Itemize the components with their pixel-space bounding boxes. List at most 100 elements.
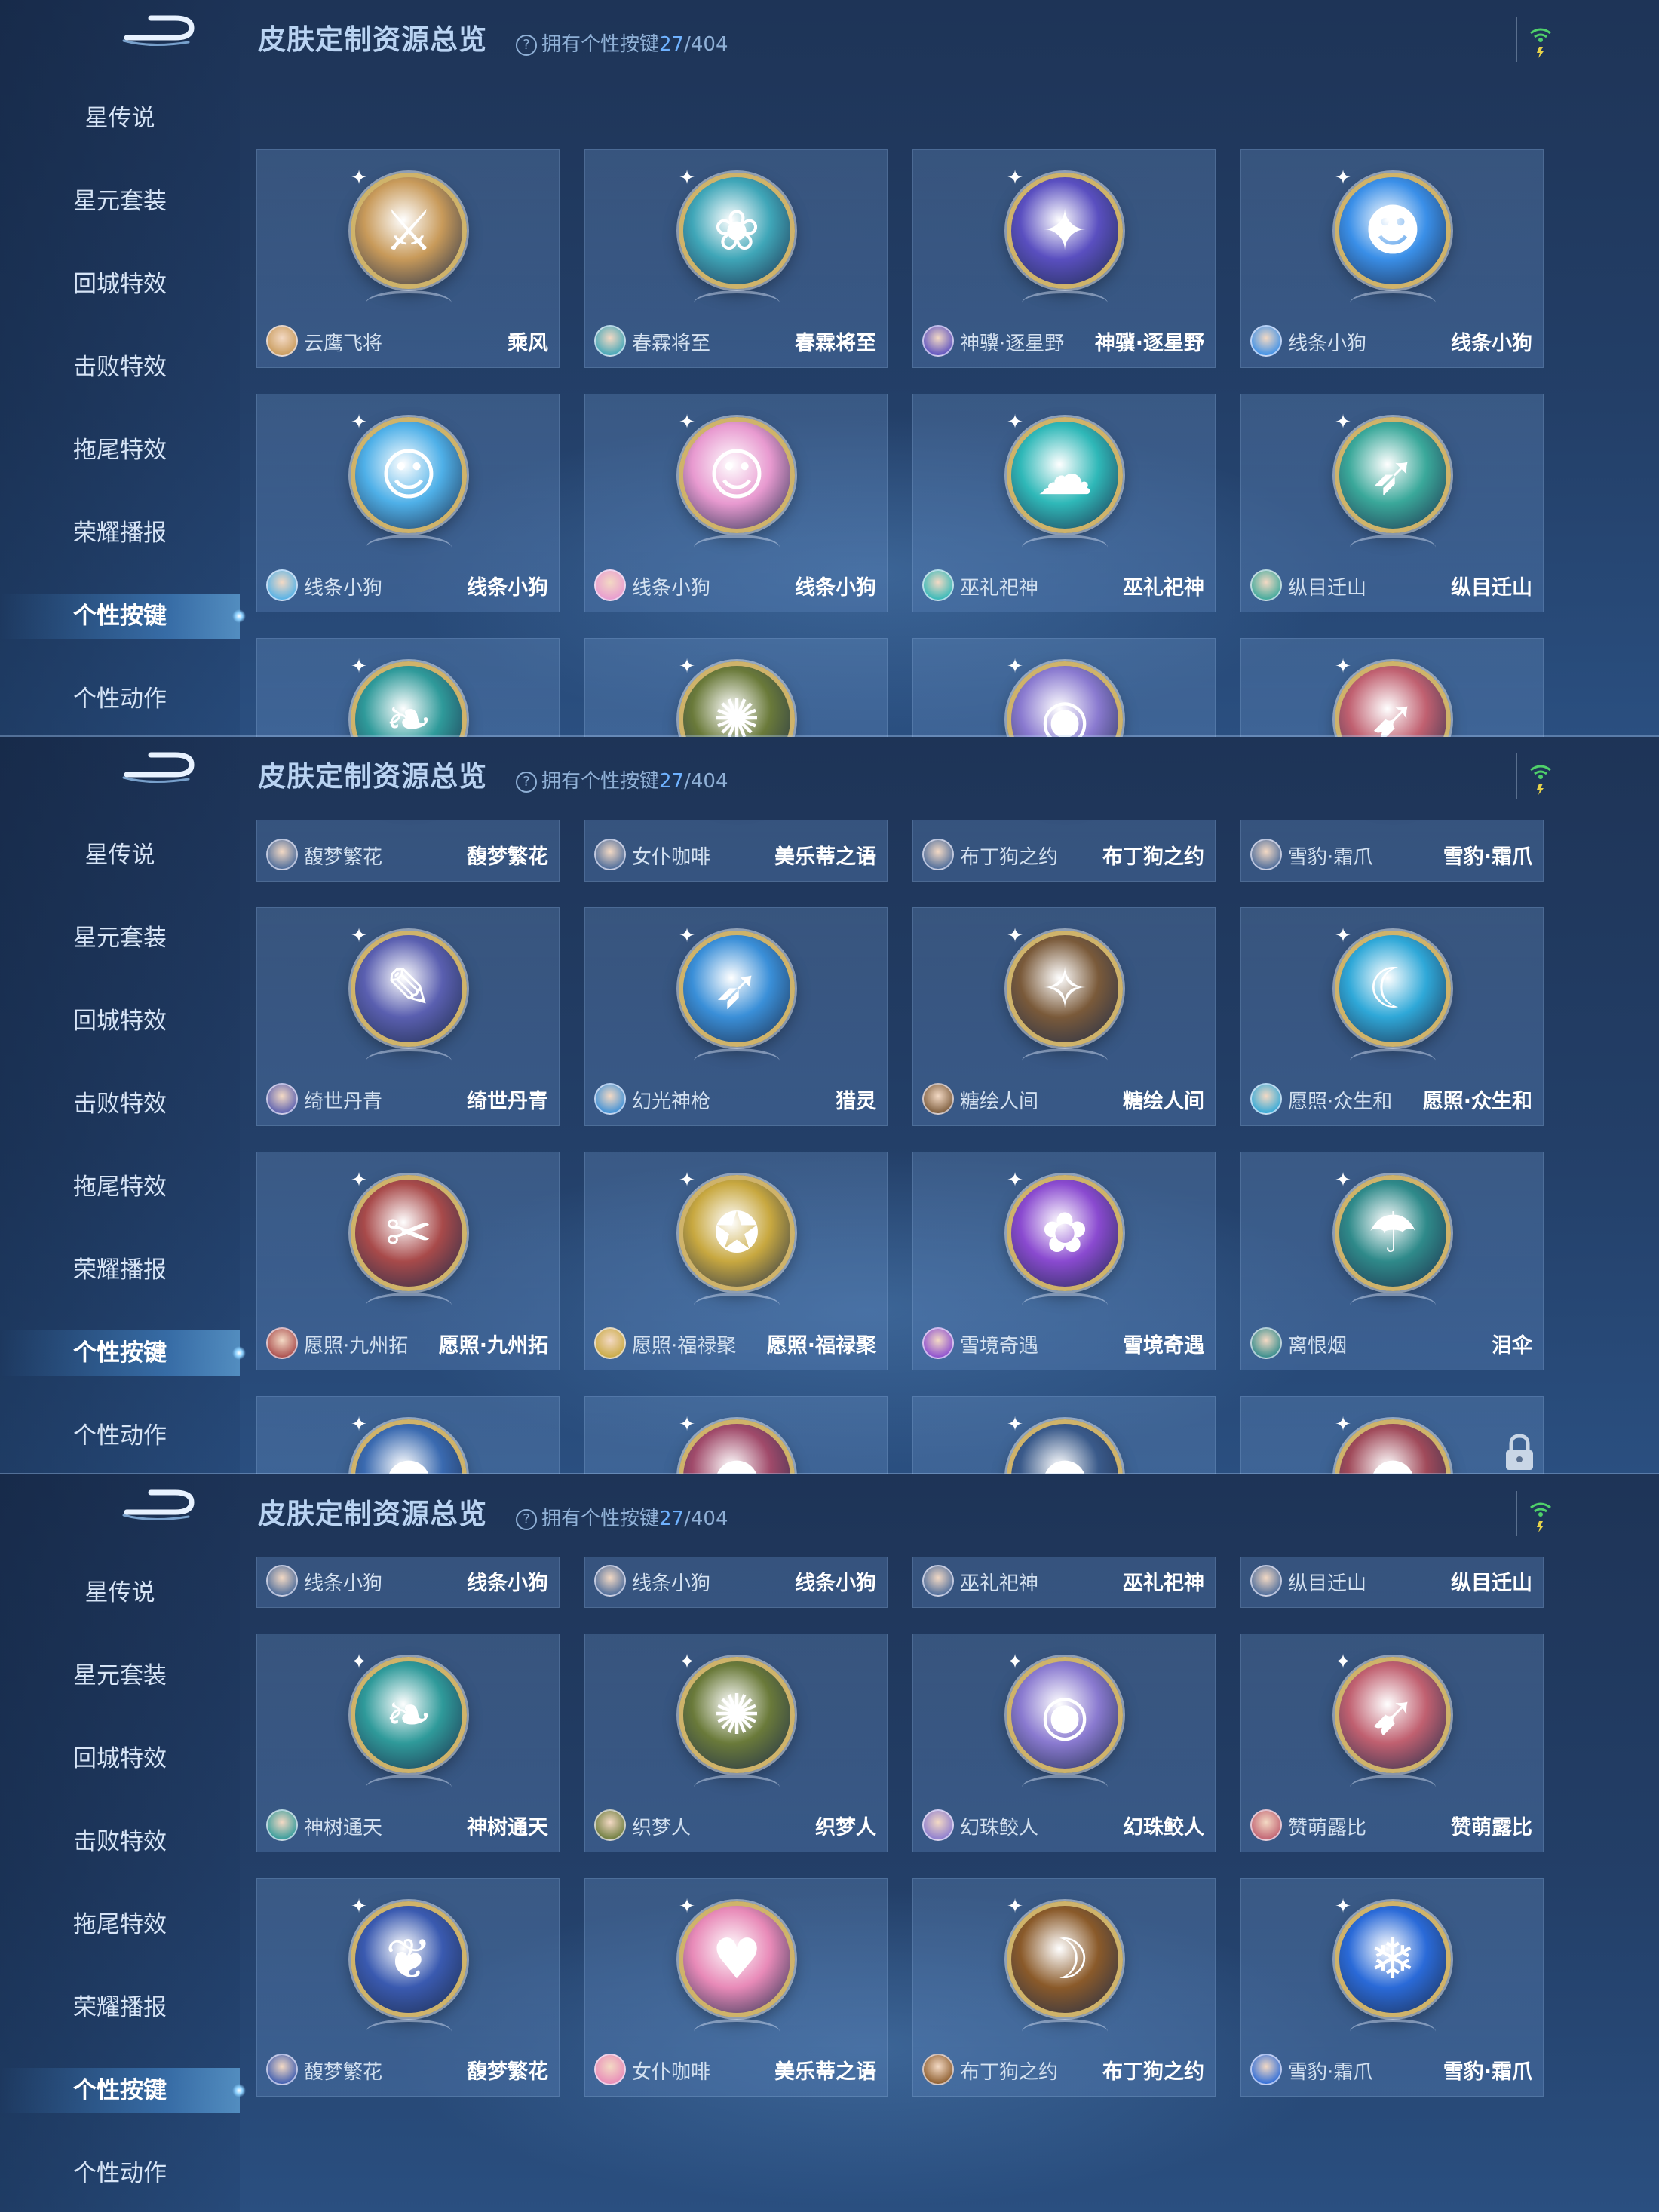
- skin-button-card[interactable]: ☻ ✦ 线条小狗 线条小狗: [1240, 149, 1544, 368]
- skin-button-card[interactable]: ●✦: [256, 1396, 560, 1474]
- skin-button-card[interactable]: ◉ ✦: [912, 638, 1216, 737]
- skin-button-card[interactable]: ⚔ ✦ 云鹰飞将 乘风: [256, 149, 560, 368]
- skin-button-card[interactable]: ✪ ✦ 愿照·福禄聚 愿照·福禄聚: [584, 1152, 888, 1370]
- skin-button-card[interactable]: ☁ ✦ 巫礼祀神 巫礼祀神: [912, 394, 1216, 612]
- help-icon[interactable]: ?: [516, 1509, 537, 1530]
- skin-button-card[interactable]: ◉ ✦ 幻珠鲛人 幻珠鲛人: [912, 1634, 1216, 1852]
- hero-skin-name: 春霖将至: [632, 333, 711, 355]
- skin-button-card[interactable]: ✺ ✦ 织梦人 织梦人: [584, 1634, 888, 1852]
- medal-reflection: [694, 1293, 780, 1318]
- hero-avatar: [266, 569, 298, 601]
- sidebar-item-star-suit[interactable]: 星元套装: [0, 916, 240, 961]
- candy-spear-icon: ✧: [1007, 931, 1123, 1047]
- skin-button-card[interactable]: ✦纵目迁山纵目迁山: [1240, 1557, 1544, 1608]
- hero-skin-name: 纵目迁山: [1288, 1572, 1367, 1595]
- skin-button-card[interactable]: ♥ ✦ 女仆咖啡 美乐蒂之语: [584, 1878, 888, 2097]
- sidebar-item-kill-effect[interactable]: 击败特效: [0, 1081, 240, 1127]
- hero-skin-name: 线条小狗: [304, 577, 383, 600]
- back-icon[interactable]: [121, 750, 196, 790]
- skin-button-card[interactable]: ➹ ✦: [1240, 638, 1544, 737]
- sidebar-item-custom-action[interactable]: 个性动作: [0, 1413, 240, 1459]
- sidebar-item-label: 击败特效: [73, 1091, 167, 1118]
- sparkle-icon: ✦: [351, 1895, 367, 1918]
- sidebar-item-star-legend[interactable]: 星传说: [0, 96, 240, 141]
- total-count: /404: [684, 1508, 728, 1530]
- sidebar-item-trail-effect[interactable]: 拖尾特效: [0, 1902, 240, 1947]
- skin-button-card[interactable]: ❦ ✦ 馥梦繁花 馥梦繁花: [256, 1878, 560, 2097]
- sidebar-item-star-suit[interactable]: 星元套装: [0, 179, 240, 224]
- hero-avatar: [1250, 1809, 1282, 1841]
- skin-button-card[interactable]: ❀ ✦ 春霖将至 春霖将至: [584, 149, 888, 368]
- skin-button-card[interactable]: ●✦: [1240, 1396, 1544, 1474]
- skin-button-card[interactable]: ☂ ✦ 离恨烟 泪伞: [1240, 1152, 1544, 1370]
- skin-button-card[interactable]: ✦线条小狗线条小狗: [256, 1557, 560, 1608]
- skin-button-card[interactable]: ●✦: [912, 1396, 1216, 1474]
- skin-button-card[interactable]: ❄ ✦ 雪豹·霜爪 雪豹·霜爪: [1240, 1878, 1544, 2097]
- sidebar-item-label: 个性动作: [73, 1422, 167, 1450]
- skin-button-card[interactable]: ✦巫礼祀神巫礼祀神: [912, 1557, 1216, 1608]
- skin-button-card[interactable]: ☾ ✦ 愿照·众生和 愿照·众生和: [1240, 907, 1544, 1126]
- skin-button-card[interactable]: ✦ ✦ 神骥·逐星野 神骥·逐星野: [912, 149, 1216, 368]
- page-title: 皮肤定制资源总览: [258, 1498, 487, 1530]
- sidebar-item-kill-effect[interactable]: 击败特效: [0, 1819, 240, 1864]
- jade-spear-icon: ➶: [1335, 417, 1451, 533]
- sidebar-item-glory-broadcast[interactable]: 荣耀播报: [0, 1985, 240, 2030]
- button-name: 春霖将至: [795, 332, 876, 355]
- help-icon[interactable]: ?: [516, 772, 537, 793]
- sidebar-item-kill-effect[interactable]: 击败特效: [0, 345, 240, 390]
- sidebar-item-custom-action[interactable]: 个性动作: [0, 2151, 240, 2196]
- skin-button-card[interactable]: ✎ ✦ 绮世丹青 绮世丹青: [256, 907, 560, 1126]
- sidebar-item-custom-button[interactable]: 个性按键: [0, 1330, 246, 1376]
- skin-button-card[interactable]: ➶ ✦ 幻光神枪 猎灵: [584, 907, 888, 1126]
- skin-button-card[interactable]: ✺ ✦: [584, 638, 888, 737]
- sidebar-item-star-legend[interactable]: 星传说: [0, 833, 240, 878]
- skin-button-card[interactable]: ☺ ✦ 线条小狗 线条小狗: [256, 394, 560, 612]
- sidebar-item-recall-effect[interactable]: 回城特效: [0, 262, 240, 307]
- skin-button-card[interactable]: ✿ ✦ 雪境奇遇 雪境奇遇: [912, 1152, 1216, 1370]
- sidebar-item-glory-broadcast[interactable]: 荣耀播报: [0, 1247, 240, 1293]
- skin-button-card[interactable]: ➶ ✦ 纵目迁山 纵目迁山: [1240, 394, 1544, 612]
- back-icon[interactable]: [121, 1488, 196, 1527]
- sidebar-item-star-legend[interactable]: 星传说: [0, 1570, 240, 1615]
- skin-button-card[interactable]: ✦布丁狗之约布丁狗之约: [912, 820, 1216, 882]
- sparkle-icon: ✦: [1335, 1651, 1351, 1674]
- sidebar-item-star-suit[interactable]: 星元套装: [0, 1653, 240, 1698]
- owned-label: 拥有个性按键: [541, 1508, 660, 1530]
- dog-pink-icon: ☺: [679, 417, 795, 533]
- hero-skin-name: 幻光神枪: [632, 1091, 711, 1113]
- sidebar-item-glory-broadcast[interactable]: 荣耀播报: [0, 511, 240, 556]
- skin-button-card[interactable]: ☽ ✦ 布丁狗之约 布丁狗之约: [912, 1878, 1216, 2097]
- button-name: 线条小狗: [795, 576, 876, 600]
- skin-button-card[interactable]: ➹ ✦ 赞萌露比 赞萌露比: [1240, 1634, 1544, 1852]
- sidebar-item-trail-effect[interactable]: 拖尾特效: [0, 1164, 240, 1210]
- sidebar-item-custom-action[interactable]: 个性动作: [0, 676, 240, 722]
- medal-reflection: [1022, 820, 1108, 830]
- back-icon[interactable]: [121, 14, 196, 53]
- medal-reflection: [1022, 1775, 1108, 1800]
- sidebar-item-custom-button[interactable]: 个性按键: [0, 594, 246, 639]
- sidebar-item-custom-button[interactable]: 个性按键: [0, 2068, 246, 2113]
- skin-button-card[interactable]: ☺ ✦ 线条小狗 线条小狗: [584, 394, 888, 612]
- hero-avatar: [266, 1565, 298, 1597]
- help-icon[interactable]: ?: [516, 35, 537, 56]
- hero-avatar: [594, 1809, 626, 1841]
- skin-button-card[interactable]: ✦女仆咖啡美乐蒂之语: [584, 820, 888, 882]
- sidebar-item-recall-effect[interactable]: 回城特效: [0, 1736, 240, 1781]
- skin-button-card[interactable]: ✦线条小狗线条小狗: [584, 1557, 888, 1608]
- sparkle-icon: ✦: [1007, 655, 1023, 678]
- button-name: 糖绘人间: [1123, 1090, 1204, 1113]
- skin-button-card[interactable]: ✧ ✦ 糖绘人间 糖绘人间: [912, 907, 1216, 1126]
- skin-button-card[interactable]: ✂ ✦ 愿照·九州拓 愿照·九州拓: [256, 1152, 560, 1370]
- hero-avatar: [1250, 2054, 1282, 2085]
- sidebar-item-trail-effect[interactable]: 拖尾特效: [0, 428, 240, 473]
- skin-button-card[interactable]: ✦雪豹·霜爪雪豹·霜爪: [1240, 820, 1544, 882]
- hero-skin-name: 线条小狗: [632, 577, 711, 600]
- sidebar-item-recall-effect[interactable]: 回城特效: [0, 999, 240, 1044]
- skin-button-card[interactable]: ❧ ✦ 神树通天 神树通天: [256, 1634, 560, 1852]
- sidebar-item-label: 击败特效: [73, 354, 167, 381]
- skin-button-card[interactable]: ●✦: [584, 1396, 888, 1474]
- skin-button-card[interactable]: ❧ ✦: [256, 638, 560, 737]
- sparkle-icon: ✦: [1335, 925, 1351, 947]
- skin-button-card[interactable]: ✦馥梦繁花馥梦繁花: [256, 820, 560, 882]
- button-name: 愿照·众生和: [1422, 1090, 1532, 1113]
